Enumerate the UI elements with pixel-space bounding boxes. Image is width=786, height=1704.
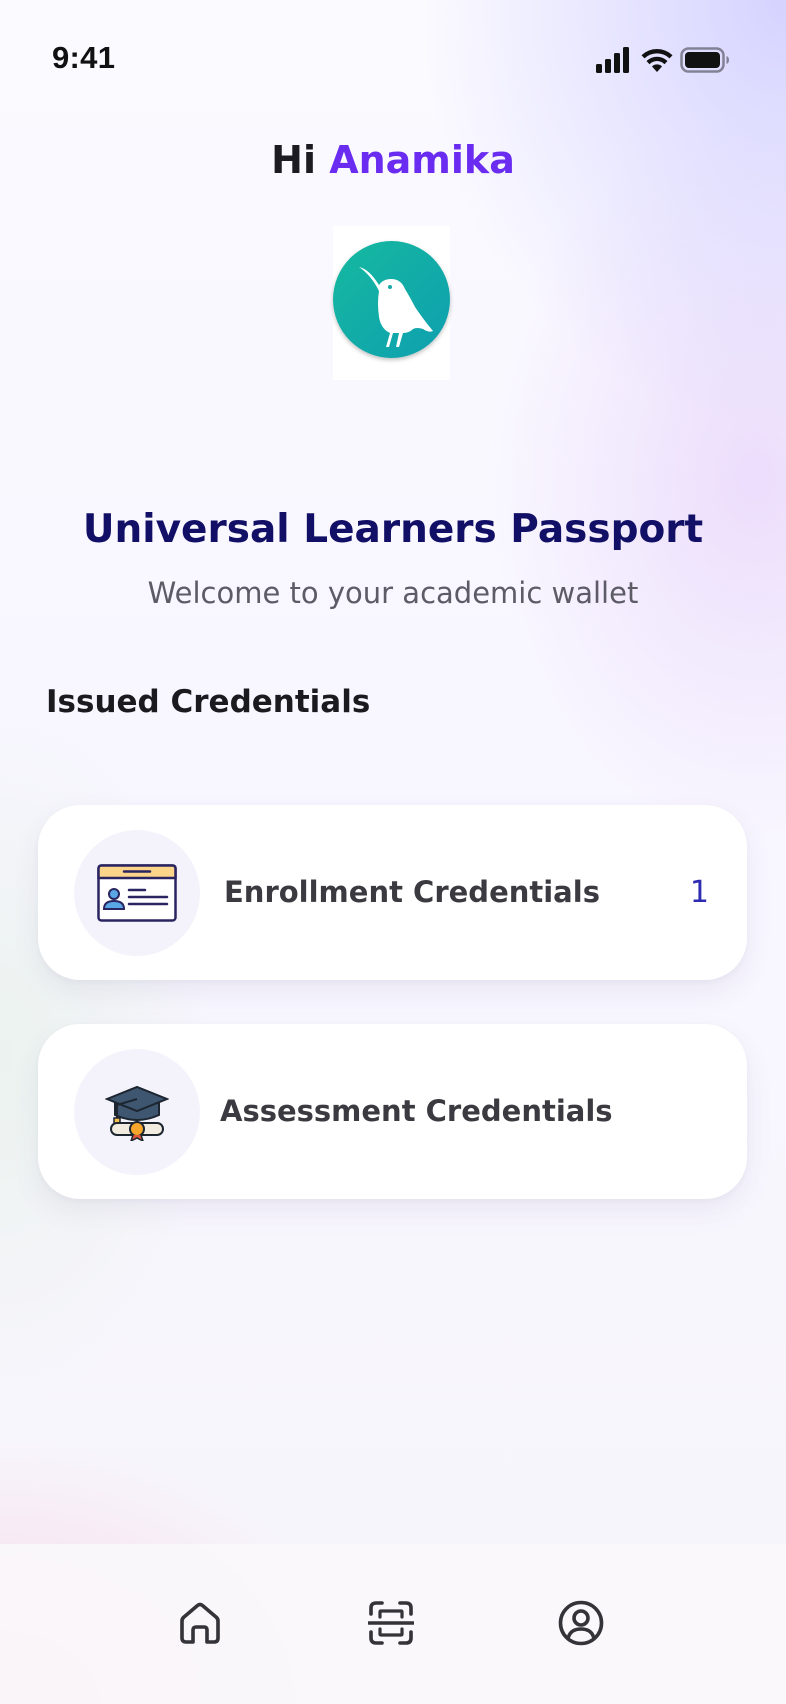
- card-icon-container: [74, 830, 200, 956]
- scan-icon: [368, 1601, 414, 1645]
- greeting-prefix: Hi: [271, 138, 316, 182]
- wifi-icon: [641, 49, 673, 72]
- nav-scan[interactable]: [356, 1588, 426, 1658]
- home-screen: 9:41 Hi Anamika Universal Learners Passp…: [0, 0, 786, 1704]
- user-name: Anamika: [329, 138, 515, 182]
- cellular-signal-icon: [596, 47, 629, 73]
- logo-circle: [333, 241, 450, 358]
- greeting: Hi Anamika: [0, 134, 786, 186]
- graduation-cap-diploma-icon: [105, 1085, 169, 1141]
- status-bar: 9:41: [0, 0, 786, 100]
- bottom-navigation: [0, 1544, 786, 1704]
- hummingbird-icon: [359, 267, 433, 347]
- assessment-credentials-card[interactable]: Assessment Credentials: [38, 1024, 747, 1199]
- logo: [333, 226, 450, 380]
- card-icon-container: [74, 1049, 200, 1175]
- app-title: Universal Learners Passport: [82, 507, 704, 552]
- status-time: 9:41: [52, 40, 116, 75]
- card-label: Enrollment Credentials: [224, 875, 600, 909]
- battery-icon: [680, 47, 729, 73]
- enrollment-credentials-card[interactable]: Enrollment Credentials 1: [38, 805, 747, 980]
- profile-icon: [558, 1600, 604, 1646]
- home-icon: [180, 1602, 220, 1644]
- nav-home[interactable]: [165, 1588, 235, 1658]
- credential-count: 1: [689, 875, 709, 910]
- status-icons: [596, 46, 730, 74]
- nav-profile[interactable]: [546, 1588, 616, 1658]
- id-card-icon: [97, 864, 177, 922]
- app-subtitle: Welcome to your academic wallet: [147, 576, 639, 610]
- card-label: Assessment Credentials: [220, 1094, 613, 1128]
- issued-credentials-heading: Issued Credentials: [46, 684, 371, 720]
